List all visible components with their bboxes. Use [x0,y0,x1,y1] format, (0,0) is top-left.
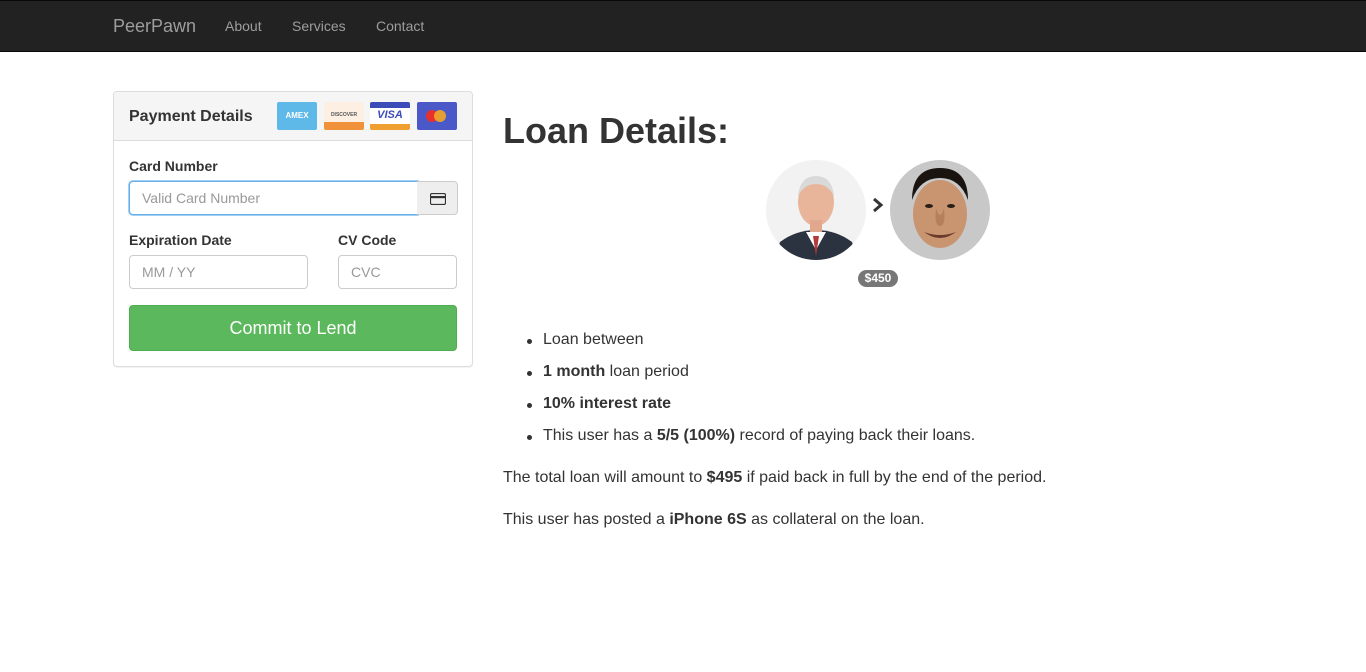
card-number-label: Card Number [129,158,218,174]
loan-bullet-interest: 10% interest rate [526,395,672,412]
lender-avatar-image [766,160,866,260]
discover-icon: DISCOVER [324,102,364,130]
loan-bullet-record: This user has a 5/5 (100%) record of pay… [526,427,976,444]
commit-to-lend-button[interactable]: Commit to Lend [129,305,457,351]
nav-link-about[interactable]: About [225,18,262,34]
payment-panel: Payment Details AMEX DISCOVER VISA Card … [113,91,473,367]
loan-amount-badge: $450 [858,270,898,287]
loan-total-text: The total loan will amount to $495 if pa… [503,469,1047,486]
borrower-avatar [890,160,990,260]
loan-details-title: Loan Details: [503,110,730,151]
mastercard-icon [417,102,457,130]
loan-bullet-between: Loan between [527,331,644,348]
expiration-label: Expiration Date [129,232,232,248]
credit-card-icon [430,193,446,205]
navbar: PeerPawn About Services Contact [0,0,1366,52]
panel-heading: Payment Details AMEX DISCOVER VISA [114,92,472,141]
cvc-input[interactable] [338,255,457,289]
chevron-right-icon [873,197,884,213]
nav-link-contact[interactable]: Contact [376,18,424,34]
loan-bullet-period: 1 month loan period [527,363,689,380]
lender-avatar [766,160,866,260]
cvc-label: CV Code [338,232,397,248]
visa-icon: VISA [370,102,410,130]
panel-title: Payment Details [129,108,253,125]
amex-icon: AMEX [277,102,317,130]
loan-collateral-text: This user has posted a iPhone 6S as coll… [503,511,925,528]
credit-card-addon [417,181,458,215]
nav-link-services[interactable]: Services [292,18,346,34]
expiration-input[interactable] [129,255,308,289]
brand-link[interactable]: PeerPawn [113,16,196,37]
borrower-avatar-image [890,160,990,260]
card-number-input[interactable] [129,181,418,215]
